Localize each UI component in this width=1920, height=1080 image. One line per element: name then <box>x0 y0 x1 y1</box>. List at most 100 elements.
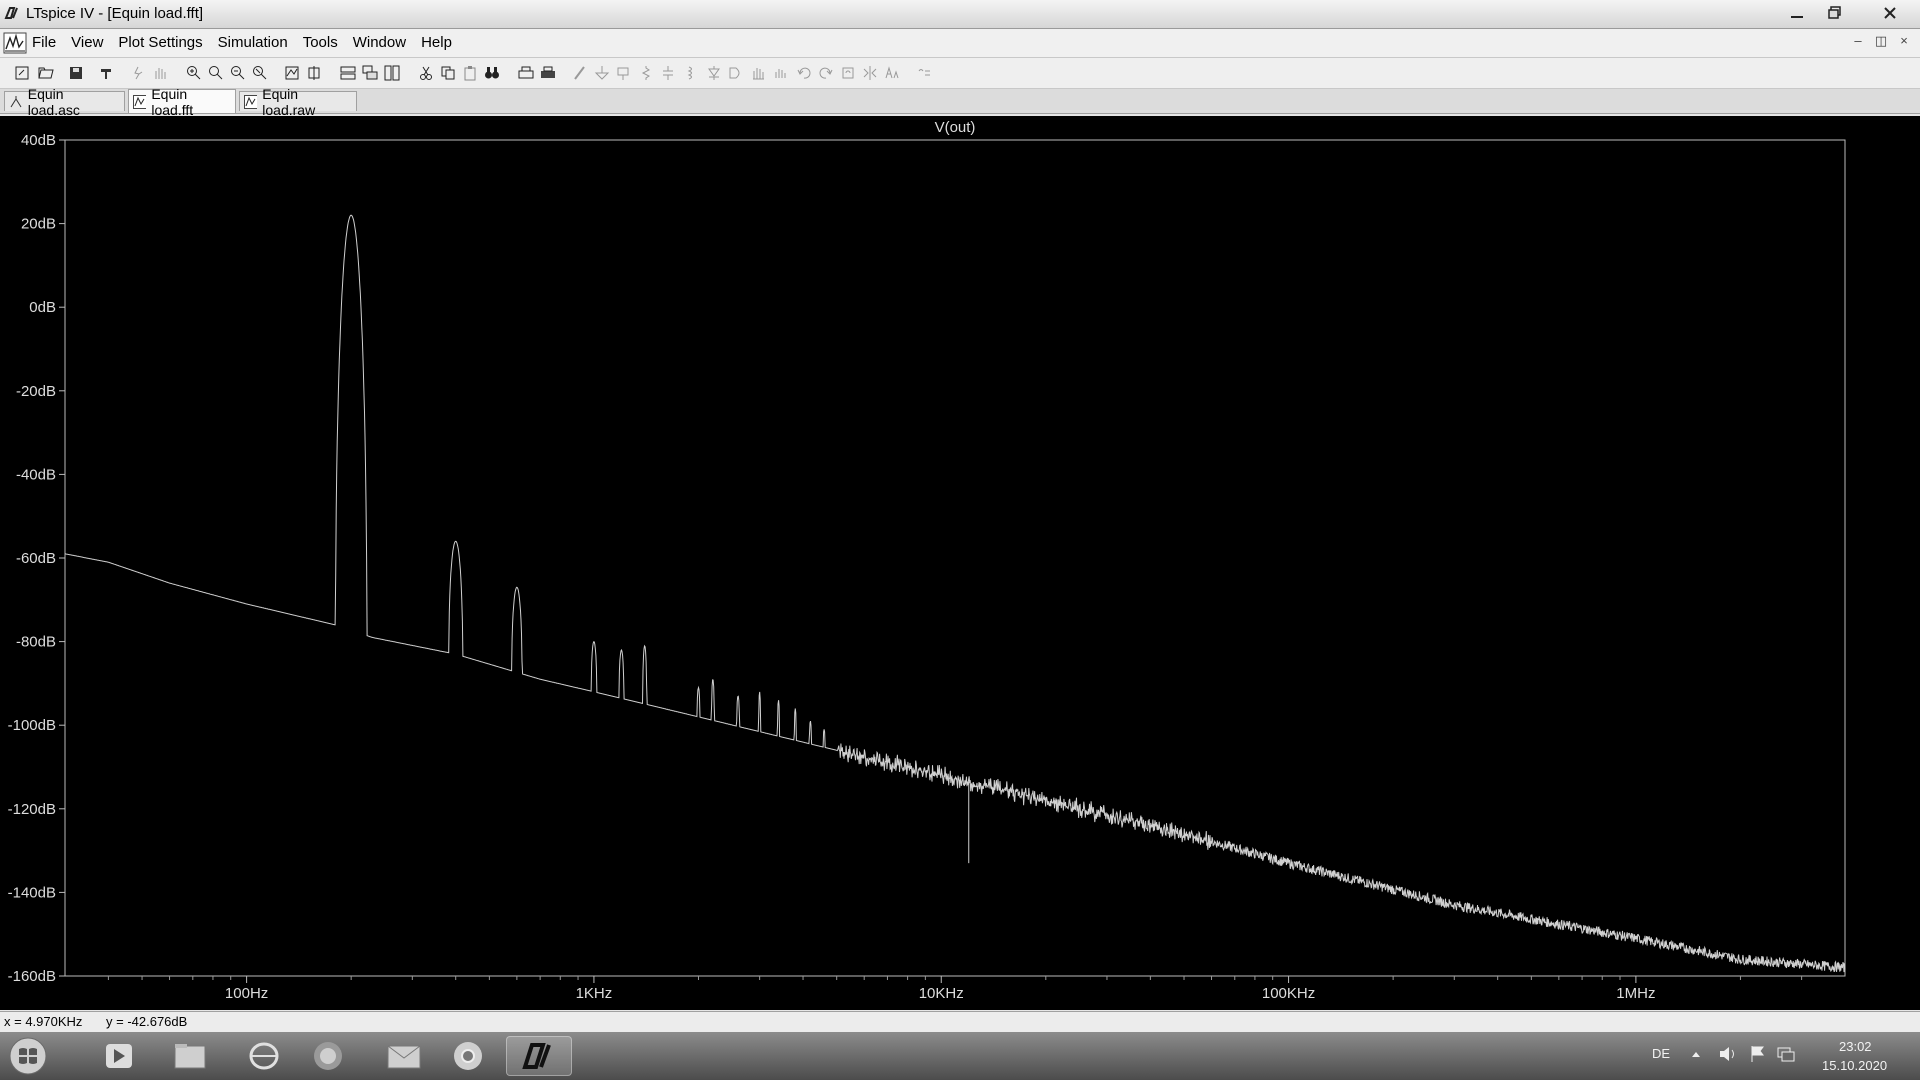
undo-icon <box>797 67 811 79</box>
tile-horizontal-button[interactable] <box>340 65 356 81</box>
cursor-y-readout: y = -42.676dB <box>106 1014 188 1029</box>
menu-view[interactable]: View <box>71 34 103 51</box>
tray-expand-icon[interactable] <box>1690 1048 1702 1060</box>
menu-file[interactable]: File <box>32 34 56 51</box>
ground-button[interactable] <box>594 65 610 81</box>
waveform-document-icon[interactable] <box>3 32 27 54</box>
new-schematic-button[interactable] <box>14 65 30 81</box>
control-panel-button[interactable] <box>98 65 114 81</box>
print-preview-button[interactable] <box>518 65 534 81</box>
mirror-button[interactable] <box>862 65 878 81</box>
child-minimize-button[interactable]: – <box>1849 33 1867 48</box>
menu-plot-settings[interactable]: Plot Settings <box>118 34 202 51</box>
print-button[interactable] <box>540 65 556 81</box>
schematic-icon <box>10 95 22 107</box>
input-language-indicator[interactable]: DE <box>1652 1046 1670 1061</box>
waveform-plot-pane[interactable]: V(out) 40dB 20dB 0dB -20dB -40dB -60dB -80dB -10… <box>0 116 1920 1010</box>
plot-title: V(out) <box>935 119 976 136</box>
resistor-icon <box>641 66 650 80</box>
text-button[interactable] <box>884 65 900 81</box>
cascade-button[interactable] <box>362 65 378 81</box>
open-folder-icon <box>38 67 54 79</box>
pencil-icon <box>574 66 585 80</box>
volume-icon[interactable] <box>1718 1044 1738 1064</box>
tab-equin-load-raw[interactable]: Equin load.raw <box>239 86 357 118</box>
zoom-fit-button[interactable] <box>252 65 268 81</box>
menu-bar: File View Plot Settings Simulation Tools… <box>0 29 1920 58</box>
taskbar-chrome[interactable] <box>440 1036 496 1076</box>
menu-simulation[interactable]: Simulation <box>218 34 288 51</box>
find-button[interactable] <box>484 65 500 81</box>
drag-button[interactable] <box>772 65 788 81</box>
menu-window[interactable]: Window <box>353 34 406 51</box>
rotate-button[interactable] <box>840 65 856 81</box>
wire-button[interactable] <box>572 65 588 81</box>
fit-vertical-icon <box>308 66 320 80</box>
clock-date[interactable]: 15.10.2020 <box>1822 1058 1887 1073</box>
windows-start-orb-icon <box>9 1037 47 1075</box>
start-button[interactable] <box>6 1036 50 1076</box>
resistor-button[interactable] <box>638 65 654 81</box>
taskbar-internet-explorer[interactable] <box>236 1036 292 1076</box>
window-titlebar[interactable]: LTspice IV - [Equin load.fft] <box>0 0 1920 29</box>
tab-equin-load-fft[interactable]: Equin load.fft <box>128 86 236 118</box>
taskbar-ltspice[interactable] <box>506 1036 572 1076</box>
clock-time[interactable]: 23:02 <box>1839 1039 1872 1054</box>
inductor-icon <box>687 66 692 80</box>
maximize-button[interactable] <box>1820 2 1850 24</box>
y-tick-label: -40dB <box>16 466 56 483</box>
close-button[interactable] <box>1870 2 1910 24</box>
label-net-button[interactable] <box>616 65 632 81</box>
undo-button[interactable] <box>796 65 812 81</box>
move-button[interactable] <box>750 65 766 81</box>
paste-button[interactable] <box>462 65 478 81</box>
waveform-icon <box>244 94 258 109</box>
copy-button[interactable] <box>440 65 456 81</box>
taskbar-mail[interactable] <box>376 1036 432 1076</box>
capacitor-button[interactable] <box>660 65 676 81</box>
spice-directive-icon <box>918 69 930 76</box>
capacitor-icon <box>663 66 673 80</box>
autorange-button[interactable] <box>284 65 300 81</box>
taskbar-media-player[interactable] <box>90 1036 146 1076</box>
runner-icon <box>134 66 143 80</box>
spectrum-trace <box>64 214 1846 973</box>
taskbar-firefox[interactable] <box>300 1036 356 1076</box>
zoom-out-icon <box>231 66 245 80</box>
action-center-flag-icon[interactable] <box>1748 1044 1768 1064</box>
pan-button[interactable] <box>208 65 224 81</box>
child-close-button[interactable]: × <box>1895 33 1913 48</box>
child-restore-button[interactable]: ◫ <box>1872 33 1890 49</box>
network-icon[interactable] <box>1776 1044 1796 1064</box>
run-button[interactable] <box>130 65 146 81</box>
y-tick-label: -80dB <box>16 634 56 651</box>
taskbar-explorer[interactable] <box>162 1036 218 1076</box>
fft-plot[interactable]: V(out) 40dB 20dB 0dB -20dB -40dB -60dB -80dB -10… <box>0 116 1920 1010</box>
redo-icon <box>819 67 833 79</box>
zoom-in-icon <box>187 66 201 80</box>
redo-button[interactable] <box>818 65 834 81</box>
inductor-button[interactable] <box>682 65 698 81</box>
paste-icon <box>464 66 476 81</box>
menu-tools[interactable]: Tools <box>303 34 338 51</box>
zoom-out-button[interactable] <box>230 65 246 81</box>
fit-vertical-button[interactable] <box>306 65 322 81</box>
spice-directive-button[interactable] <box>916 65 932 81</box>
tab-equin-load-asc[interactable]: Equin load.asc <box>4 86 125 118</box>
menu-help[interactable]: Help <box>421 34 452 51</box>
halt-button[interactable] <box>152 65 168 81</box>
save-button[interactable] <box>68 65 84 81</box>
cursor-x-readout: x = 4.970KHz <box>4 1014 83 1029</box>
y-tick-label: -160dB <box>8 968 56 985</box>
cut-button[interactable] <box>418 65 434 81</box>
open-button[interactable] <box>38 65 54 81</box>
drag-hand-icon <box>775 69 786 78</box>
media-player-icon <box>106 1044 132 1068</box>
tile-vertical-button[interactable] <box>384 65 400 81</box>
diode-button[interactable] <box>706 65 722 81</box>
zoom-in-button[interactable] <box>186 65 202 81</box>
minimize-button[interactable] <box>1782 2 1812 24</box>
label-net-icon <box>617 67 629 80</box>
component-button[interactable] <box>728 65 744 81</box>
firefox-icon <box>314 1042 342 1070</box>
